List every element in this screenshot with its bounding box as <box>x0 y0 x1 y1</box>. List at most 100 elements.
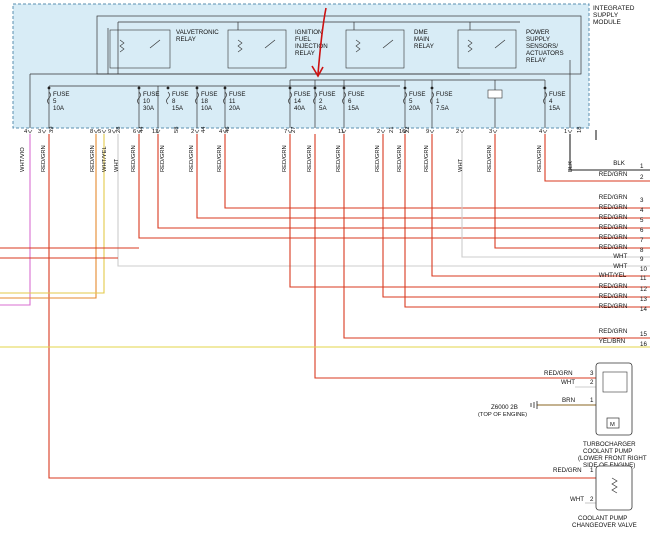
relay-ignition-label-1: IGNITION <box>295 29 323 36</box>
connector-pin-icon <box>194 129 200 134</box>
terminal-label: 44 <box>139 126 145 133</box>
fuse-name: FUSE <box>436 91 453 98</box>
right-list-number: 13 <box>640 296 647 303</box>
relay-power-label-4: ACTUATORS <box>526 50 564 57</box>
fuse-rating: 15A <box>348 105 360 112</box>
turbo-pin-3-wire: RED/GRN <box>544 370 573 377</box>
module-title-line-2: SUPPLY <box>593 12 619 19</box>
valve-pin-1-num: 1 <box>590 467 594 474</box>
right-list-number: 3 <box>640 197 644 204</box>
junction-dot <box>195 86 199 90</box>
fuse-name: FUSE <box>319 91 336 98</box>
fuse-rating: 15A <box>549 105 561 112</box>
right-list-number: 12 <box>640 286 647 293</box>
turbo-pin-3-num: 3 <box>590 370 594 377</box>
fuse-number: 18 <box>201 98 208 105</box>
fuse-name: FUSE <box>348 91 365 98</box>
wire-label: WHT <box>458 158 464 172</box>
right-list-label: RED/GRN <box>599 171 628 178</box>
valve-pin-2-wire: WHT <box>570 496 584 503</box>
fuse-name: FUSE <box>294 91 311 98</box>
right-list-number: 8 <box>640 247 644 254</box>
fuse-number: 10 <box>143 98 150 105</box>
relay-power-label-2: SUPPLY <box>526 36 550 43</box>
fuse-number: 5 <box>53 98 57 105</box>
junction-dot <box>313 86 317 90</box>
pin-number: 4 <box>219 129 223 135</box>
wire-labels: WHT/VIO RED/GRN RED/GRN WHT/YEL WHT RED/GRN RE… <box>20 145 574 172</box>
right-list-label: RED/GRN <box>599 204 628 211</box>
connector-pin-icon <box>101 129 107 134</box>
relay-power-label-1: POWER <box>526 29 550 36</box>
relay-ignition-label-3: INJECTION <box>295 43 328 50</box>
connector-pin-icon <box>27 129 33 134</box>
relay-valvetronic-label-1: VALVETRONIC <box>176 29 219 36</box>
pin-number: 11 <box>338 129 344 135</box>
junction-dot <box>223 86 227 90</box>
right-list-label: RED/GRN <box>599 283 628 290</box>
pin-number: 8 <box>90 129 93 135</box>
fuse-rating: 7.5A <box>436 105 450 112</box>
junction-dot <box>430 86 434 90</box>
right-list-label: RED/GRN <box>599 234 628 241</box>
right-list-label: WHT <box>613 253 627 260</box>
ground-icon <box>530 401 538 409</box>
fuse-number: 14 <box>294 98 301 105</box>
wire-label: RED/GRN <box>90 145 96 172</box>
motor-icon: M <box>610 422 615 428</box>
wire-label: RED/GRN <box>189 145 195 172</box>
terminal-label: 18 <box>577 127 583 133</box>
right-list-number: 9 <box>640 256 644 263</box>
fuse-rating: 15A <box>172 105 184 112</box>
fuse-name: FUSE <box>53 91 70 98</box>
valve-pin-1-wire: RED/GRN <box>553 467 582 474</box>
terminal-label: 22 <box>405 127 411 133</box>
wire-label: RED/GRN <box>41 145 47 172</box>
valve-title-1: COOLANT PUMP <box>578 515 627 522</box>
right-list-label: RED/GRN <box>599 328 628 335</box>
wire-label: RED/GRN <box>282 145 288 172</box>
fuse-number: 2 <box>319 98 323 105</box>
relay-power-label-3: SENSORS/ <box>526 43 558 50</box>
wire-label: RED/GRN <box>375 145 381 172</box>
junction-dot <box>342 86 346 90</box>
junction-dot <box>403 86 407 90</box>
pin-number: 9 <box>426 129 429 135</box>
relay-ignition-label-4: RELAY <box>295 50 315 57</box>
junction-dot <box>47 86 51 90</box>
wire-label: WHT/YEL <box>102 145 108 172</box>
pin-number: 4 <box>24 129 28 135</box>
connector-pin-icon <box>492 129 498 134</box>
relay-dme-label-1: DME <box>414 29 428 36</box>
right-list-label: BLK <box>613 160 626 167</box>
fuse-name: FUSE <box>229 91 246 98</box>
turbo-title-3: (LOWER FRONT RIGHT <box>578 455 647 462</box>
connector-pin-icon <box>41 129 47 134</box>
junction-dot <box>166 86 170 90</box>
turbo-pin-1-num: 1 <box>590 397 594 404</box>
fuse-name: FUSE <box>143 91 160 98</box>
wires <box>0 130 650 504</box>
right-list-label: YEL/BRN <box>599 338 625 345</box>
pin-number: 6 <box>133 129 136 135</box>
right-list-number: 5 <box>640 217 644 224</box>
turbo-pin-2-num: 2 <box>590 379 594 386</box>
connector-pin-icon <box>429 129 435 134</box>
fuse-rating: 20A <box>409 105 421 112</box>
turbo-pin-1-wire: BRN <box>562 397 575 404</box>
wire-label: BLK <box>568 161 574 172</box>
ground-note: (TOP OF ENGINE) <box>478 412 527 418</box>
right-list-number: 4 <box>640 207 644 214</box>
terminal-label: 27 <box>291 127 297 133</box>
wire-label: WHT/VIO <box>20 147 26 172</box>
ground-ref: Z6000 2B <box>491 404 518 411</box>
right-list-label: RED/GRN <box>599 194 628 201</box>
turbo-title-1: TURBOCHARGER <box>583 441 636 448</box>
pin-number: 3 <box>489 129 492 135</box>
right-connector-list: BLK 1 RED/GRN 2 RED/GRN 3 RED/GRN 4 RED/GRN 5 RED/… <box>599 160 648 348</box>
pin-number: 7 <box>284 129 287 135</box>
valve-pin-2-num: 2 <box>590 496 594 503</box>
right-list-label: RED/GRN <box>599 303 628 310</box>
module-title-line-1: INTEGRATED <box>593 5 635 12</box>
right-list-label: RED/GRN <box>599 224 628 231</box>
